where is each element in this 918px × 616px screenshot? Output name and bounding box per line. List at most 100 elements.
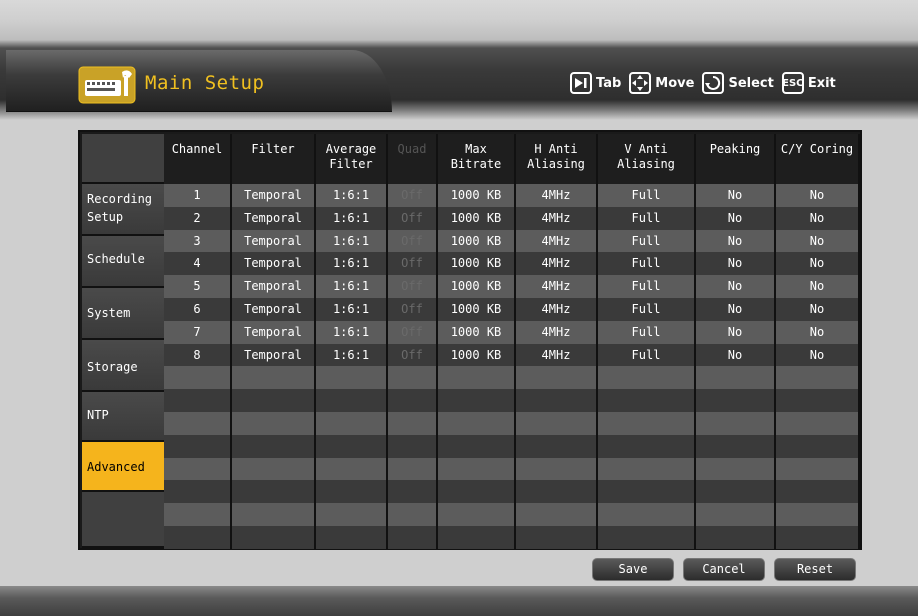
cell-channel: 1 (164, 184, 232, 207)
cell-cy-coring[interactable]: No (776, 252, 860, 276)
page-title: Main Setup (145, 72, 265, 94)
empty-cell (388, 503, 438, 526)
cell-v-anti-aliasing[interactable]: Full (598, 229, 696, 253)
empty-cell (388, 434, 438, 458)
cell-cy-coring[interactable]: No (776, 343, 860, 367)
cell-h-anti-aliasing[interactable]: 4MHz (516, 343, 598, 367)
cell-v-anti-aliasing[interactable]: Full (598, 275, 696, 298)
cell-peaking[interactable]: No (696, 206, 776, 230)
tab-key-icon (570, 72, 592, 94)
cell-quad: Off (388, 275, 438, 298)
empty-cell (516, 434, 598, 458)
cell-channel: 6 (164, 298, 232, 321)
sidebar-item-recording-setup[interactable]: Recording Setup (82, 184, 164, 236)
cell-h-anti-aliasing[interactable]: 4MHz (516, 229, 598, 253)
cell-max-bitrate[interactable]: 1000 KB (438, 229, 516, 253)
cell-quad: Off (388, 298, 438, 321)
cell-filter[interactable]: Temporal (232, 320, 316, 344)
cell-cy-coring[interactable]: No (776, 206, 860, 230)
sidebar-item-storage[interactable]: Storage (82, 340, 164, 392)
cell-cy-coring[interactable]: No (776, 275, 860, 298)
cell-average-filter[interactable]: 1:6:1 (316, 298, 388, 321)
cell-max-bitrate[interactable]: 1000 KB (438, 320, 516, 344)
empty-cell (438, 412, 516, 435)
cell-max-bitrate[interactable]: 1000 KB (438, 184, 516, 207)
cell-h-anti-aliasing[interactable]: 4MHz (516, 252, 598, 276)
cell-h-anti-aliasing[interactable]: 4MHz (516, 298, 598, 321)
cell-average-filter[interactable]: 1:6:1 (316, 252, 388, 276)
empty-cell (316, 457, 388, 481)
sidebar-item-advanced[interactable]: Advanced (82, 442, 164, 492)
reset-button[interactable]: Reset (774, 558, 856, 581)
cell-channel: 3 (164, 229, 232, 253)
cell-filter[interactable]: Temporal (232, 275, 316, 298)
cell-h-anti-aliasing[interactable]: 4MHz (516, 275, 598, 298)
cell-h-anti-aliasing[interactable]: 4MHz (516, 206, 598, 230)
empty-cell (696, 457, 776, 481)
cell-filter[interactable]: Temporal (232, 184, 316, 207)
cell-filter[interactable]: Temporal (232, 206, 316, 230)
cell-filter[interactable]: Temporal (232, 298, 316, 321)
empty-cell (438, 434, 516, 458)
empty-cell (696, 434, 776, 458)
empty-cell (696, 503, 776, 526)
column-header-peaking: Peaking (696, 134, 776, 184)
empty-cell (164, 389, 232, 412)
cell-h-anti-aliasing[interactable]: 4MHz (516, 184, 598, 207)
cell-cy-coring[interactable]: No (776, 184, 860, 207)
cell-filter[interactable]: Temporal (232, 229, 316, 253)
cell-max-bitrate[interactable]: 1000 KB (438, 206, 516, 230)
empty-cell (232, 434, 316, 458)
empty-cell (438, 366, 516, 390)
cell-cy-coring[interactable]: No (776, 229, 860, 253)
cell-filter[interactable]: Temporal (232, 343, 316, 367)
cell-max-bitrate[interactable]: 1000 KB (438, 343, 516, 367)
sidebar-item-system[interactable]: System (82, 288, 164, 340)
cell-v-anti-aliasing[interactable]: Full (598, 298, 696, 321)
cell-average-filter[interactable]: 1:6:1 (316, 229, 388, 253)
cell-peaking[interactable]: No (696, 343, 776, 367)
cell-average-filter[interactable]: 1:6:1 (316, 184, 388, 207)
cell-average-filter[interactable]: 1:6:1 (316, 343, 388, 367)
cell-peaking[interactable]: No (696, 320, 776, 344)
sidebar-item-schedule[interactable]: Schedule (82, 236, 164, 288)
cell-max-bitrate[interactable]: 1000 KB (438, 252, 516, 276)
cell-channel: 4 (164, 252, 232, 276)
cell-cy-coring[interactable]: No (776, 298, 860, 321)
cell-max-bitrate[interactable]: 1000 KB (438, 298, 516, 321)
cell-channel: 8 (164, 343, 232, 367)
empty-cell (316, 503, 388, 526)
cell-average-filter[interactable]: 1:6:1 (316, 320, 388, 344)
cell-v-anti-aliasing[interactable]: Full (598, 184, 696, 207)
empty-cell (776, 503, 860, 526)
empty-cell (776, 526, 860, 549)
cell-max-bitrate[interactable]: 1000 KB (438, 275, 516, 298)
sidebar-item-ntp[interactable]: NTP (82, 392, 164, 442)
empty-cell (598, 457, 696, 481)
cell-v-anti-aliasing[interactable]: Full (598, 320, 696, 344)
cell-cy-coring[interactable]: No (776, 320, 860, 344)
cell-v-anti-aliasing[interactable]: Full (598, 343, 696, 367)
cell-peaking[interactable]: No (696, 184, 776, 207)
cancel-button[interactable]: Cancel (683, 558, 765, 581)
cell-average-filter[interactable]: 1:6:1 (316, 275, 388, 298)
cell-v-anti-aliasing[interactable]: Full (598, 252, 696, 276)
cell-peaking[interactable]: No (696, 252, 776, 276)
cell-h-anti-aliasing[interactable]: 4MHz (516, 320, 598, 344)
cell-filter[interactable]: Temporal (232, 252, 316, 276)
cell-peaking[interactable]: No (696, 229, 776, 253)
select-key-icon (702, 72, 725, 94)
empty-cell (232, 503, 316, 526)
empty-cell (516, 366, 598, 390)
empty-cell (438, 480, 516, 504)
cell-average-filter[interactable]: 1:6:1 (316, 206, 388, 230)
cell-v-anti-aliasing[interactable]: Full (598, 206, 696, 230)
cell-quad: Off (388, 343, 438, 367)
column-header-max-bitrate: Max Bitrate (438, 134, 516, 184)
cell-peaking[interactable]: No (696, 298, 776, 321)
cell-peaking[interactable]: No (696, 275, 776, 298)
save-button[interactable]: Save (592, 558, 674, 581)
empty-cell (232, 526, 316, 549)
empty-cell (388, 526, 438, 549)
key-hints: Tab Move Select ESC Exit (566, 71, 836, 95)
